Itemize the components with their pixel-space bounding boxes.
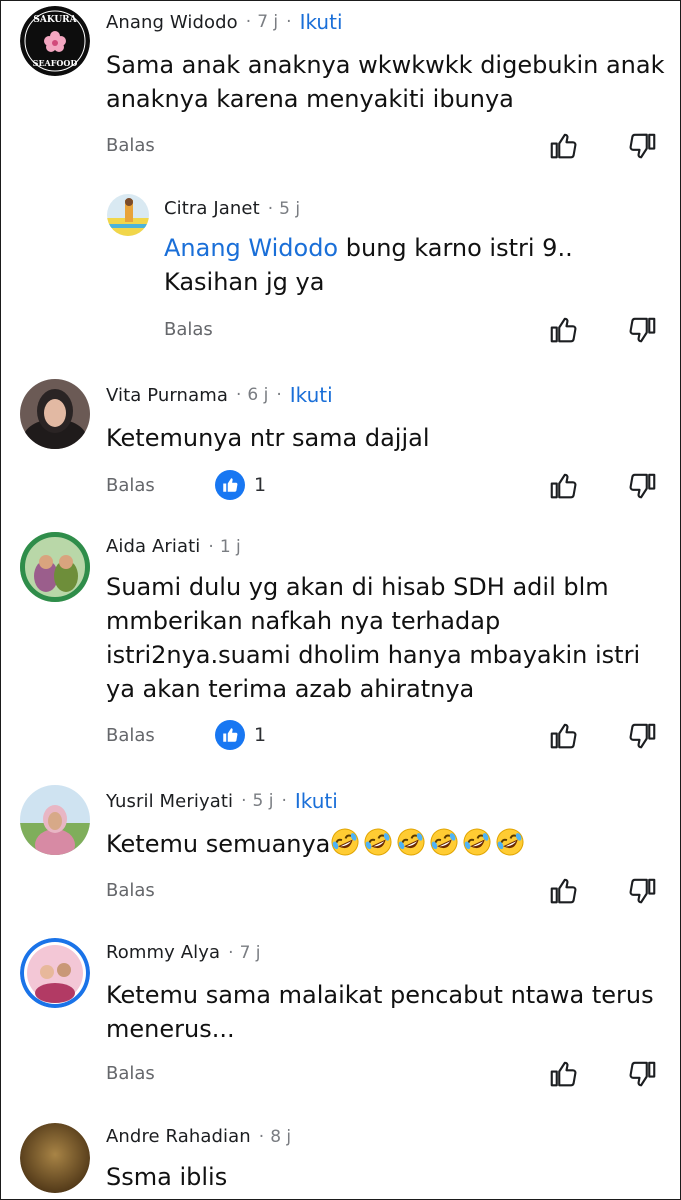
comment-time[interactable]: 5 j bbox=[279, 199, 300, 219]
rolling-on-floor-laughing-icon bbox=[429, 827, 459, 857]
rolling-on-floor-laughing-icon bbox=[363, 827, 393, 857]
reply-button[interactable]: Balas bbox=[106, 880, 155, 901]
comment-author[interactable]: Aida Ariati bbox=[106, 536, 200, 557]
comment-author[interactable]: Anang Widodo bbox=[106, 12, 238, 33]
rolling-on-floor-laughing-icon bbox=[396, 827, 426, 857]
avatar[interactable] bbox=[20, 785, 90, 855]
separator: · bbox=[208, 536, 214, 557]
like-icon[interactable] bbox=[548, 876, 578, 906]
comment-text: Suami dulu yg akan di hisab SDH adil blm… bbox=[106, 573, 641, 703]
comment-author[interactable]: Citra Janet bbox=[164, 198, 260, 219]
comment-time[interactable]: 7 j bbox=[257, 12, 278, 32]
like-icon[interactable] bbox=[548, 721, 578, 751]
like-count: 1 bbox=[254, 474, 267, 496]
separator: · bbox=[241, 791, 247, 811]
svg-text:SEAFOOD: SEAFOOD bbox=[33, 58, 78, 68]
avatar[interactable] bbox=[20, 532, 90, 602]
reply-button[interactable]: Balas bbox=[106, 475, 155, 496]
like-reaction-icon bbox=[215, 470, 245, 500]
sakura-seafood-logo-icon: SAKURA SEAFOOD bbox=[20, 6, 90, 76]
comments-panel: SAKURA SEAFOOD Anang Widodo · 7 j · Ikut… bbox=[0, 0, 681, 1200]
follow-button[interactable]: Ikuti bbox=[300, 10, 343, 34]
comment-text: Ssma iblis bbox=[106, 1163, 228, 1191]
like-reaction-icon bbox=[215, 720, 245, 750]
separator: · bbox=[258, 1126, 265, 1147]
svg-text:SAKURA: SAKURA bbox=[33, 15, 77, 25]
reply-button[interactable]: Balas bbox=[106, 725, 155, 746]
reply-button[interactable]: Balas bbox=[106, 135, 155, 156]
dislike-icon[interactable] bbox=[628, 721, 658, 751]
like-icon[interactable] bbox=[548, 315, 578, 345]
comment-text: Ketemu semuanya bbox=[106, 827, 666, 861]
emoji-row bbox=[330, 827, 528, 858]
comment-author[interactable]: Andre Rahadian bbox=[106, 1126, 251, 1147]
like-icon[interactable] bbox=[548, 1059, 578, 1089]
comment-time[interactable]: 8 j bbox=[270, 1127, 291, 1147]
reply-button[interactable]: Balas bbox=[164, 319, 213, 340]
avatar[interactable] bbox=[20, 938, 90, 1008]
separator: · bbox=[228, 942, 234, 963]
mention-link[interactable]: Anang Widodo bbox=[164, 234, 338, 262]
avatar[interactable] bbox=[20, 1123, 90, 1193]
reaction-summary[interactable]: 1 bbox=[215, 470, 266, 500]
dislike-icon[interactable] bbox=[628, 1059, 658, 1089]
separator: · bbox=[286, 12, 292, 32]
separator: · bbox=[267, 198, 274, 219]
separator: · bbox=[281, 791, 287, 811]
comment-author[interactable]: Rommy Alya bbox=[106, 942, 220, 963]
dislike-icon[interactable] bbox=[628, 876, 658, 906]
comment-time[interactable]: 5 j bbox=[253, 791, 274, 811]
dislike-icon[interactable] bbox=[628, 471, 658, 501]
like-icon[interactable] bbox=[548, 471, 578, 501]
separator: · bbox=[245, 12, 252, 32]
comment-author[interactable]: Vita Purnama bbox=[106, 385, 228, 406]
rolling-on-floor-laughing-icon bbox=[495, 827, 525, 857]
comment-text: Sama anak anaknya wkwkwkk digebukin anak… bbox=[106, 51, 665, 113]
comment-time[interactable]: 6 j bbox=[247, 385, 268, 405]
comment-author[interactable]: Yusril Meriyati bbox=[106, 791, 233, 812]
follow-button[interactable]: Ikuti bbox=[295, 789, 338, 813]
separator: · bbox=[235, 385, 242, 405]
dislike-icon[interactable] bbox=[628, 131, 658, 161]
comment-text: Ketemunya ntr sama dajjal bbox=[106, 424, 430, 452]
rolling-on-floor-laughing-icon bbox=[330, 827, 360, 857]
reaction-summary[interactable]: 1 bbox=[215, 720, 266, 750]
avatar[interactable] bbox=[20, 379, 90, 449]
follow-button[interactable]: Ikuti bbox=[290, 383, 333, 407]
reply-button[interactable]: Balas bbox=[106, 1063, 155, 1084]
dislike-icon[interactable] bbox=[628, 315, 658, 345]
comment-text: Anang Widodo bung karno istri 9.. Kasiha… bbox=[164, 234, 573, 296]
separator: · bbox=[276, 385, 282, 405]
avatar[interactable] bbox=[107, 194, 149, 236]
rolling-on-floor-laughing-icon bbox=[462, 827, 492, 857]
avatar[interactable]: SAKURA SEAFOOD bbox=[20, 6, 90, 76]
comment-text: Ketemu sama malaikat pencabut ntawa teru… bbox=[106, 981, 654, 1043]
like-icon[interactable] bbox=[548, 131, 578, 161]
like-count: 1 bbox=[254, 724, 267, 746]
comment-time[interactable]: 7 j bbox=[240, 943, 261, 963]
comment-time[interactable]: 1 j bbox=[220, 537, 241, 557]
